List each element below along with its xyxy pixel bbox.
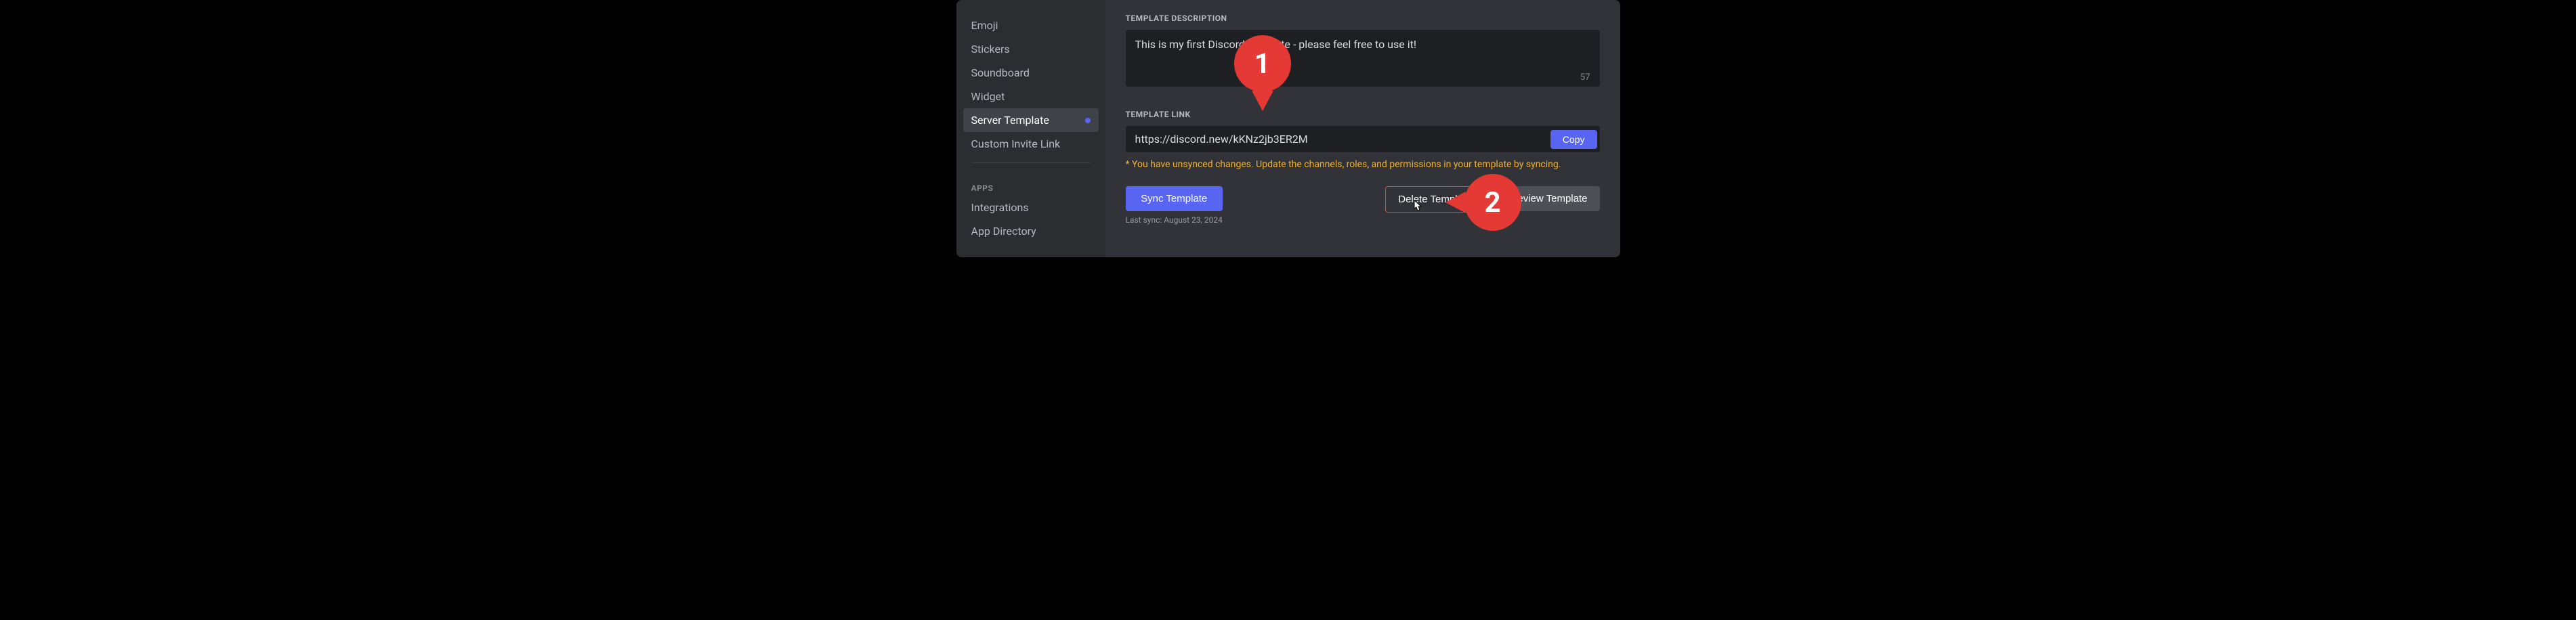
sidebar-item-label: Widget	[971, 90, 1005, 103]
sidebar-item-stickers[interactable]: Stickers	[963, 37, 1099, 61]
link-label: TEMPLATE LINK	[1126, 110, 1600, 119]
sidebar-item-label: Soundboard	[971, 66, 1030, 79]
sidebar-heading-apps: APPS	[963, 178, 1099, 196]
sidebar-item-app-directory[interactable]: App Directory	[963, 219, 1099, 243]
sidebar-item-server-template[interactable]: Server Template	[963, 108, 1099, 132]
description-textarea-wrap: 57	[1126, 30, 1600, 89]
actions-row: Sync Template Last sync: August 23, 2024…	[1126, 186, 1600, 225]
sidebar-item-label: App Directory	[971, 225, 1036, 238]
description-textarea[interactable]	[1126, 30, 1600, 87]
description-label: TEMPLATE DESCRIPTION	[1126, 14, 1600, 23]
sync-column: Sync Template Last sync: August 23, 2024	[1126, 186, 1223, 225]
sidebar-item-label: Integrations	[971, 201, 1029, 214]
sidebar-item-emoji[interactable]: Emoji	[963, 14, 1099, 37]
char-count: 57	[1580, 72, 1590, 83]
last-sync-text: Last sync: August 23, 2024	[1126, 215, 1223, 225]
sidebar-divider	[971, 162, 1091, 163]
sidebar-item-integrations[interactable]: Integrations	[963, 196, 1099, 219]
sidebar-item-label: Emoji	[971, 19, 998, 32]
main-content: TEMPLATE DESCRIPTION 57 TEMPLATE LINK Co…	[1105, 0, 1620, 257]
sidebar-item-widget[interactable]: Widget	[963, 85, 1099, 108]
settings-panel: Emoji Stickers Soundboard Widget Server …	[956, 0, 1620, 257]
sidebar-item-label: Custom Invite Link	[971, 137, 1061, 150]
settings-sidebar: Emoji Stickers Soundboard Widget Server …	[956, 0, 1105, 257]
link-input-wrap: Copy	[1126, 126, 1600, 152]
unsynced-warning: * You have unsynced changes. Update the …	[1126, 159, 1600, 170]
preview-template-button[interactable]: Preview Template	[1495, 186, 1599, 211]
delete-template-button[interactable]: Delete Template	[1385, 186, 1484, 213]
sidebar-item-custom-invite[interactable]: Custom Invite Link	[963, 132, 1099, 156]
sidebar-item-soundboard[interactable]: Soundboard	[963, 61, 1099, 85]
sync-template-button[interactable]: Sync Template	[1126, 186, 1223, 211]
template-link-input[interactable]	[1126, 126, 1550, 152]
sidebar-item-label: Server Template	[971, 114, 1049, 127]
copy-button[interactable]: Copy	[1550, 130, 1597, 149]
unsynced-indicator-icon	[1085, 118, 1091, 123]
sidebar-item-label: Stickers	[971, 43, 1010, 56]
